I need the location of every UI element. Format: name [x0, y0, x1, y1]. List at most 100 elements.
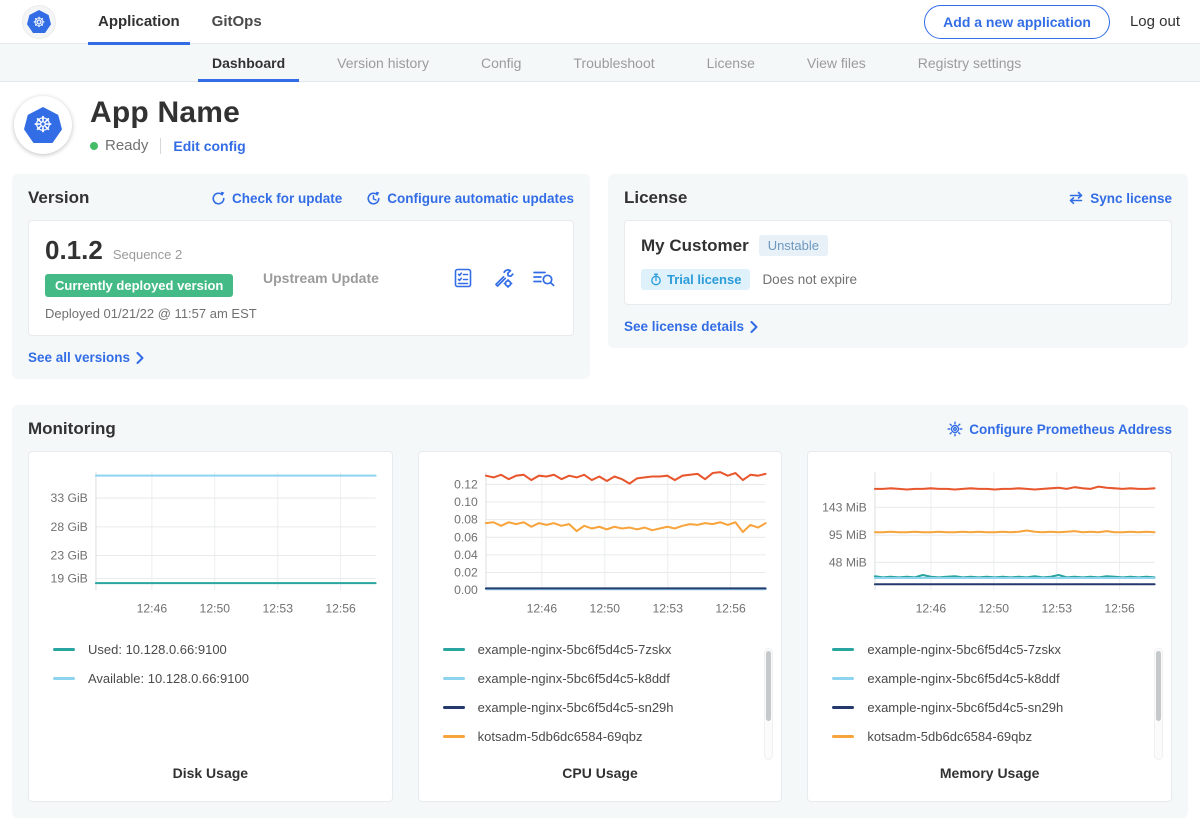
svg-text:143 MiB: 143 MiB: [822, 500, 867, 514]
legend-item: Available: 10.128.0.66:9100: [53, 664, 382, 693]
legend-item: kotsadm-5db6dc6584-69qbz: [832, 722, 1161, 751]
legend-scrollbar[interactable]: [1154, 648, 1163, 760]
tab-registry-settings[interactable]: Registry settings: [892, 44, 1047, 81]
version-card-title: Version: [28, 188, 89, 208]
svg-text:12:56: 12:56: [1105, 601, 1136, 615]
app-tab-bar: Dashboard Version history Config Trouble…: [0, 44, 1200, 82]
svg-text:12:50: 12:50: [200, 601, 231, 615]
tab-troubleshoot[interactable]: Troubleshoot: [547, 44, 680, 81]
memory-usage-card: 12:4612:5012:5312:5648 MiB95 MiB143 MiB …: [807, 451, 1172, 802]
stopwatch-icon: [650, 273, 662, 286]
configure-automatic-updates-link[interactable]: Configure automatic updates: [366, 191, 574, 206]
page-title: App Name: [90, 96, 246, 130]
summary-cards-row: Version Check for update Configure autom…: [0, 174, 1200, 379]
see-all-versions-link[interactable]: See all versions: [28, 350, 144, 365]
edit-config-icon[interactable]: [491, 266, 515, 290]
current-version-card: 0.1.2 Sequence 2 Currently deployed vers…: [28, 220, 574, 336]
cpu-usage-chart: 12:4612:5012:5312:560.000.020.040.060.08…: [429, 464, 772, 619]
kubernetes-helm-icon: ☸: [27, 10, 51, 33]
schedule-update-icon: [366, 191, 381, 206]
scrollbar-thumb[interactable]: [1156, 651, 1161, 721]
kubernetes-logo: ☸: [22, 5, 56, 39]
svg-text:0.02: 0.02: [454, 566, 478, 580]
svg-text:12:53: 12:53: [652, 601, 683, 615]
disk-usage-chart: 12:4612:5012:5312:5619 GiB23 GiB28 GiB33…: [39, 464, 382, 619]
legend-color-swatch: [443, 648, 465, 651]
svg-text:95 MiB: 95 MiB: [829, 528, 867, 542]
legend-label: kotsadm-5db6dc6584-69qbz: [478, 729, 643, 744]
logout-button[interactable]: Log out: [1130, 13, 1180, 30]
see-license-details-link[interactable]: See license details: [624, 319, 758, 334]
disk-usage-legend: Used: 10.128.0.66:9100 Available: 10.128.…: [39, 635, 382, 753]
check-for-update-link[interactable]: Check for update: [211, 191, 342, 206]
legend-color-swatch: [443, 677, 465, 680]
legend-color-swatch: [832, 706, 854, 709]
legend-item: example-nginx-5bc6f5d4c5-sn29h: [443, 693, 772, 722]
license-card-title: License: [624, 188, 687, 208]
version-source-label: Upstream Update: [263, 270, 379, 286]
legend-item: example-nginx-5bc6f5d4c5-sn29h: [832, 693, 1161, 722]
svg-text:28 GiB: 28 GiB: [51, 520, 88, 534]
legend-label: Available: 10.128.0.66:9100: [88, 671, 249, 686]
legend-item: example-nginx-5bc6f5d4c5-7zskx: [832, 635, 1161, 664]
svg-text:0.12: 0.12: [454, 478, 478, 492]
license-expiry: Does not expire: [762, 272, 857, 287]
edit-config-link[interactable]: Edit config: [173, 138, 245, 154]
configure-prometheus-link[interactable]: Configure Prometheus Address: [947, 421, 1172, 437]
view-diff-icon[interactable]: [531, 266, 557, 290]
deployed-timestamp: Deployed 01/21/22 @ 11:57 am EST: [45, 306, 257, 321]
tab-license[interactable]: License: [681, 44, 781, 81]
tab-config[interactable]: Config: [455, 44, 547, 81]
sequence-label: Sequence 2: [113, 247, 182, 262]
monitoring-title: Monitoring: [28, 419, 116, 439]
status-label: Ready: [105, 137, 148, 154]
svg-text:12:50: 12:50: [589, 601, 620, 615]
cpu-usage-legend: example-nginx-5bc6f5d4c5-7zskx example-ng…: [429, 635, 772, 753]
legend-scrollbar[interactable]: [764, 648, 773, 760]
cpu-usage-card: 12:4612:5012:5312:560.000.020.040.060.08…: [418, 451, 783, 802]
svg-text:12:53: 12:53: [262, 601, 293, 615]
chart-title: Memory Usage: [818, 765, 1161, 781]
license-details-card: My Customer Unstable Trial license Does …: [624, 220, 1172, 305]
svg-text:0.08: 0.08: [454, 513, 478, 527]
legend-item: example-nginx-5bc6f5d4c5-k8ddf: [443, 664, 772, 693]
tab-version-history[interactable]: Version history: [311, 44, 455, 81]
kubernetes-helm-icon: ☸: [24, 107, 62, 143]
monitoring-section: Monitoring Configure Prometheus Address …: [12, 405, 1188, 818]
svg-text:48 MiB: 48 MiB: [829, 555, 867, 569]
legend-label: kotsadm-5db6dc6584-69qbz: [867, 729, 1032, 744]
chevron-right-icon: [750, 321, 758, 333]
customer-name: My Customer: [641, 236, 749, 256]
nav-tab-gitops[interactable]: GitOps: [196, 0, 278, 44]
legend-item: example-nginx-5bc6f5d4c5-7zskx: [443, 635, 772, 664]
legend-color-swatch: [832, 735, 854, 738]
refresh-icon: [211, 191, 226, 206]
sync-license-link[interactable]: Sync license: [1068, 191, 1172, 206]
chart-title: Disk Usage: [39, 765, 382, 781]
svg-text:12:46: 12:46: [137, 601, 168, 615]
nav-tab-application[interactable]: Application: [82, 0, 196, 44]
app-logo: ☸: [14, 96, 72, 154]
legend-color-swatch: [443, 706, 465, 709]
top-navigation: ☸ Application GitOps Add a new applicati…: [0, 0, 1200, 44]
add-new-application-button[interactable]: Add a new application: [924, 5, 1110, 39]
gear-icon: [947, 421, 963, 437]
svg-text:23 GiB: 23 GiB: [51, 549, 88, 563]
tab-view-files[interactable]: View files: [781, 44, 892, 81]
channel-badge: Unstable: [759, 235, 828, 256]
legend-color-swatch: [443, 735, 465, 738]
preflight-checks-icon[interactable]: [451, 266, 475, 290]
memory-usage-legend: example-nginx-5bc6f5d4c5-7zskx example-ng…: [818, 635, 1161, 753]
svg-text:12:56: 12:56: [715, 601, 746, 615]
license-card: License Sync license My Customer Unstabl…: [608, 174, 1188, 348]
svg-text:0.06: 0.06: [454, 530, 478, 544]
legend-item: Used: 10.128.0.66:9100: [53, 635, 382, 664]
scrollbar-thumb[interactable]: [766, 651, 771, 721]
deployed-badge: Currently deployed version: [45, 274, 233, 297]
sync-icon: [1068, 191, 1084, 205]
svg-text:19 GiB: 19 GiB: [51, 572, 88, 586]
version-number: 0.1.2: [45, 235, 103, 266]
tab-dashboard[interactable]: Dashboard: [186, 44, 311, 81]
legend-label: example-nginx-5bc6f5d4c5-7zskx: [478, 642, 672, 657]
legend-color-swatch: [53, 677, 75, 680]
